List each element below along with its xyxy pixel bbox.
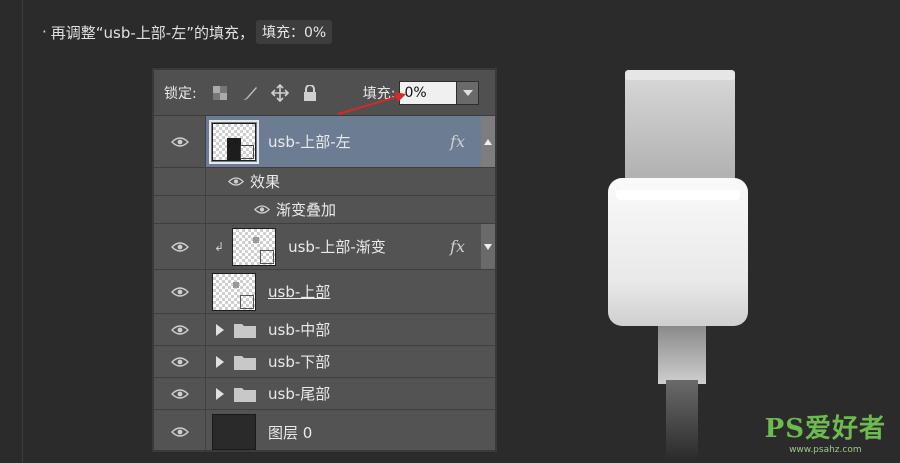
layers-list: usb-上部-左 fx 效果 渐变叠加 ↲ usb-上部-渐变 fx usb-上… [154, 116, 495, 450]
group-row-usb-bottom[interactable]: usb-下部 [154, 346, 495, 378]
effects-label: 效果 [250, 173, 281, 191]
layer-name: usb-尾部 [268, 385, 331, 403]
eye-icon [170, 324, 189, 335]
expand-triangle-icon[interactable] [216, 323, 224, 336]
layers-panel: 锁定: 填充: 0% usb-上部-左 fx 效果 渐变叠加 ↲ usb-上部-… [152, 68, 497, 452]
folder-icon [234, 387, 256, 402]
clipping-mask-arrow-icon: ↲ [214, 239, 225, 254]
layer-name: 图层 0 [268, 423, 313, 442]
eye-icon [170, 136, 189, 147]
eye-icon [170, 388, 189, 399]
eye-icon [228, 177, 244, 186]
watermark-brand: PS爱好者 [764, 414, 886, 444]
fx-icon[interactable]: fx [450, 237, 465, 256]
scrollbar-up[interactable] [481, 116, 495, 167]
layer-row-layer-0[interactable]: 图层 0 [154, 410, 495, 450]
lock-transparent-pixels-icon[interactable] [211, 84, 229, 102]
layer-thumbnail [212, 272, 256, 311]
layer-row-usb-top[interactable]: usb-上部 [154, 270, 495, 314]
group-row-usb-tail[interactable]: usb-尾部 [154, 378, 495, 410]
lock-position-move-icon[interactable] [270, 83, 289, 102]
folder-icon [234, 323, 256, 338]
layer-row-usb-top-gradient[interactable]: ↲ usb-上部-渐变 fx [154, 224, 495, 270]
lock-label: 锁定: [164, 85, 197, 102]
left-divider [22, 0, 23, 463]
instruction-caption: · 再调整“usb-上部-左”的填充， 填充：0% [42, 20, 333, 44]
lock-image-pixels-brush-icon[interactable] [241, 84, 259, 102]
effects-row[interactable]: 效果 [154, 168, 495, 196]
usb-plug-illustration [608, 70, 748, 460]
caption-bullet: · [42, 23, 47, 41]
expand-triangle-icon[interactable] [216, 387, 224, 400]
watermark-url: www.psahz.com [789, 445, 862, 455]
layer-thumbnail [232, 227, 277, 266]
visibility-toggle[interactable] [154, 378, 206, 409]
gradient-overlay-eye[interactable] [254, 205, 270, 214]
eye-icon [170, 427, 189, 437]
eye-icon [170, 241, 189, 252]
expand-triangle-icon[interactable] [216, 355, 224, 368]
gradient-overlay-row[interactable]: 渐变叠加 [154, 196, 495, 224]
layer-name: usb-下部 [268, 353, 331, 371]
eye-icon [170, 356, 189, 367]
layer-thumbnail [209, 119, 259, 164]
watermark-logo: PS爱好者 www.psahz.com [765, 408, 886, 455]
eye-icon [254, 205, 270, 214]
lock-all-padlock-icon[interactable] [301, 84, 319, 102]
group-row-usb-middle[interactable]: usb-中部 [154, 314, 495, 346]
layer-name: usb-上部-左 [268, 133, 351, 151]
red-arrow-annotation [337, 92, 406, 115]
visibility-toggle[interactable] [154, 346, 206, 377]
eye-icon [170, 286, 189, 297]
visibility-toggle[interactable] [154, 270, 206, 313]
chevron-down-icon [462, 89, 473, 96]
layer-row-usb-top-left[interactable]: usb-上部-左 fx [154, 116, 495, 168]
visibility-toggle[interactable] [154, 410, 206, 450]
layer-thumbnail [212, 414, 256, 450]
visibility-toggle[interactable] [154, 116, 206, 167]
layer-name: usb-上部-渐变 [288, 238, 386, 256]
caption-text: 再调整“usb-上部-左”的填充， [50, 23, 254, 42]
layers-toolbar: 锁定: 填充: 0% [154, 70, 495, 116]
visibility-toggle[interactable] [154, 224, 206, 269]
visibility-toggle[interactable] [154, 314, 206, 345]
fx-icon[interactable]: fx [450, 132, 465, 151]
gradient-overlay-label: 渐变叠加 [276, 201, 337, 219]
scrollbar-down[interactable] [481, 224, 495, 269]
layer-name: usb-中部 [268, 321, 331, 339]
caption-code: 填充：0% [256, 20, 333, 44]
effects-eye[interactable] [228, 177, 244, 186]
folder-icon [234, 355, 256, 370]
fill-dropdown-button[interactable] [457, 80, 480, 105]
layer-name: usb-上部 [268, 283, 331, 301]
